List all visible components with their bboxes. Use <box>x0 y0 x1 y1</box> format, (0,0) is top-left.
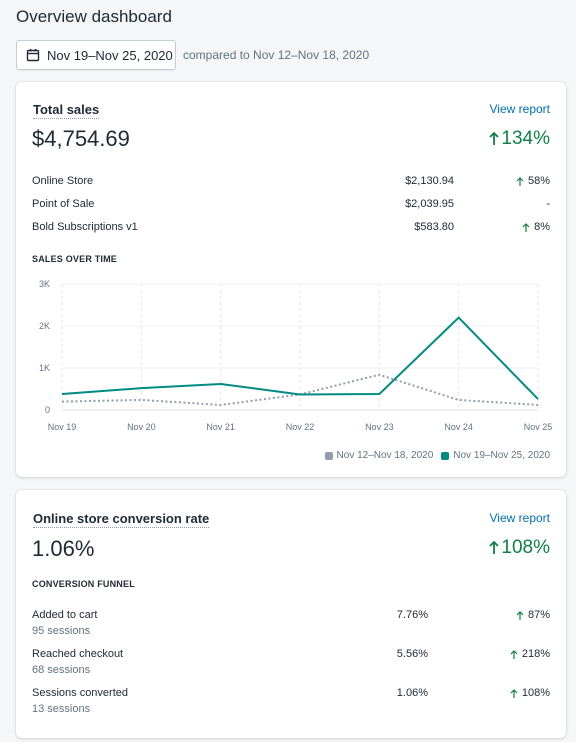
arrow-up-icon <box>489 132 500 145</box>
legend-label-previous: Nov 12–Nov 18, 2020 <box>336 450 434 461</box>
sales-channel-label: Point of Sale <box>32 198 95 210</box>
conversion-rate-change: 108% <box>489 537 550 559</box>
sales-over-time-chart: 3K 2K 1K 0 Nov 19 Nov 20 Nov 21 Nov 22 Nov 23 Nov… <box>39 279 553 432</box>
conversion-rate-value: 1.06% <box>32 536 95 561</box>
y-tick-label: 2K <box>39 321 50 331</box>
funnel-step-change: 108% <box>510 687 550 699</box>
funnel-step-rate: 1.06% <box>396 687 428 699</box>
arrow-up-icon <box>522 222 530 232</box>
arrow-up-icon <box>489 541 500 554</box>
funnel-step-sessions: 13 sessions <box>32 703 91 715</box>
sales-channel-change-value: - <box>546 198 550 210</box>
calendar-icon <box>26 49 40 62</box>
compare-range-text: compared to Nov 12–Nov 18, 2020 <box>183 48 370 62</box>
y-tick-label: 1K <box>39 363 50 373</box>
chart-legend: Nov 12–Nov 18, 2020 Nov 19–Nov 25, 2020 <box>324 450 550 461</box>
x-tick-label: Nov 24 <box>444 422 473 432</box>
arrow-up-icon <box>516 610 524 620</box>
total-sales-view-report-link[interactable]: View report <box>490 102 550 116</box>
arrow-up-icon <box>510 688 518 698</box>
sales-channel-change: - <box>546 198 550 210</box>
conversion-view-report-link[interactable]: View report <box>490 511 550 525</box>
conversion-rate-title[interactable]: Online store conversion rate <box>33 511 210 528</box>
sales-channel-value: $583.80 <box>414 221 454 233</box>
sales-channel-label: Online Store <box>32 175 94 187</box>
legend-swatch-previous <box>324 451 333 460</box>
sales-over-time-label: SALES OVER TIME <box>32 254 118 264</box>
total-sales-title[interactable]: Total sales <box>33 102 100 119</box>
conversion-funnel-label: CONVERSION FUNNEL <box>32 579 135 589</box>
y-tick-label: 0 <box>45 405 50 415</box>
y-tick-label: 3K <box>39 279 50 289</box>
sales-channel-change-value: 58% <box>527 175 550 187</box>
funnel-step-rate: 7.76% <box>396 609 428 621</box>
sales-channel-label: Bold Subscriptions v1 <box>32 221 138 233</box>
conversion-rate-card: Online store conversion rate View report… <box>16 490 566 738</box>
date-range-picker-button[interactable]: Nov 19–Nov 25, 2020 <box>16 40 176 70</box>
total-sales-change: 134% <box>489 128 550 150</box>
funnel-step-change-value: 218% <box>521 648 550 660</box>
funnel-step-change-value: 87% <box>527 609 550 621</box>
funnel-step-rate: 5.56% <box>396 648 428 660</box>
funnel-step-label: Reached checkout <box>32 648 124 660</box>
legend-label-current: Nov 19–Nov 25, 2020 <box>453 450 550 461</box>
sales-channel-change-value: 8% <box>534 221 550 233</box>
funnel-step-label: Added to cart <box>32 609 98 621</box>
legend-swatch-current <box>441 451 450 460</box>
sales-channel-change: 58% <box>516 175 550 187</box>
arrow-up-icon <box>510 649 518 659</box>
arrow-up-icon <box>516 176 524 186</box>
sales-channel-value: $2,039.95 <box>405 198 454 210</box>
funnel-step-change: 87% <box>516 609 550 621</box>
total-sales-change-value: 134% <box>501 128 550 149</box>
funnel-step-sessions: 68 sessions <box>32 664 91 676</box>
x-tick-label: Nov 20 <box>127 422 156 432</box>
total-sales-amount: $4,754.69 <box>32 126 130 151</box>
x-tick-label: Nov 25 <box>524 422 553 432</box>
funnel-step-label: Sessions converted <box>32 687 128 699</box>
total-sales-card: Total sales View report $4,754.69 134% O… <box>16 82 566 477</box>
funnel-step-change: 218% <box>510 648 550 660</box>
x-tick-label: Nov 23 <box>365 422 394 432</box>
sales-channel-change: 8% <box>522 221 550 233</box>
page-title: Overview dashboard <box>16 7 172 26</box>
x-tick-label: Nov 21 <box>206 422 235 432</box>
funnel-step-sessions: 95 sessions <box>32 625 91 637</box>
sales-channel-value: $2,130.94 <box>405 175 454 187</box>
funnel-step-change-value: 108% <box>521 687 550 699</box>
x-tick-label: Nov 19 <box>48 422 77 432</box>
conversion-rate-change-value: 108% <box>501 537 550 558</box>
date-range-label: Nov 19–Nov 25, 2020 <box>47 47 173 63</box>
x-tick-label: Nov 22 <box>286 422 315 432</box>
